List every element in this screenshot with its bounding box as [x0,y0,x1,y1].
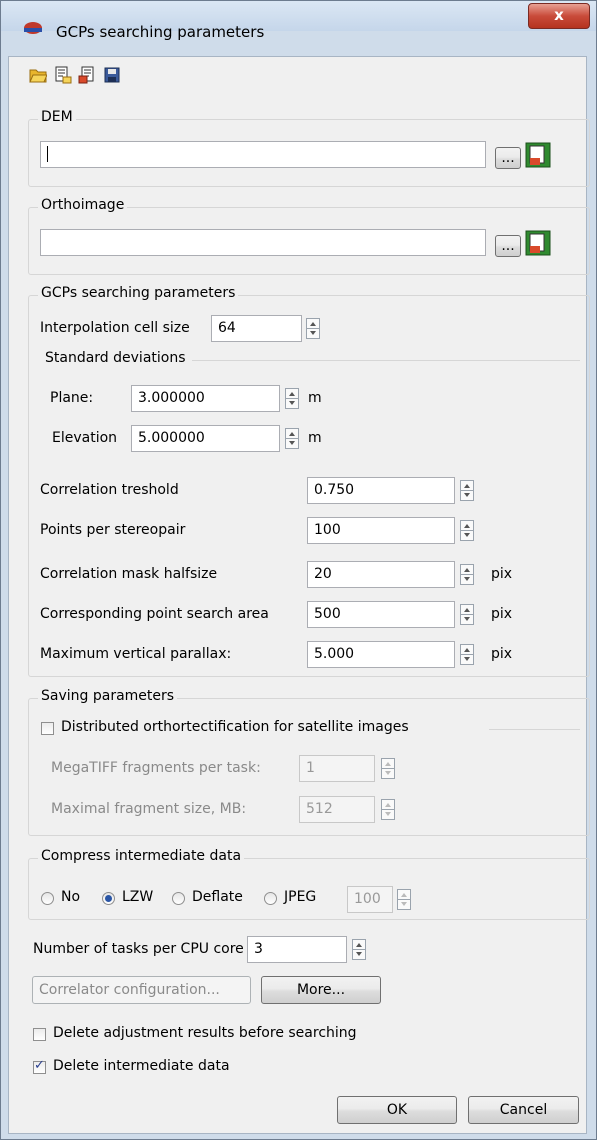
megatiff-fragments-label: MegaTIFF fragments per task: [51,760,261,776]
delete-adjustment-results-label[interactable]: Delete adjustment results before searchi… [53,1025,357,1041]
compress-radio-jpeg[interactable] [264,892,277,905]
orthoimage-path-input[interactable] [40,229,486,256]
interpolation-cell-size-spinner[interactable] [306,318,320,339]
plane-input[interactable]: 3.000000 [131,385,280,412]
dem-orthoimage-app-icon [24,22,42,34]
save-disk-icon[interactable] [103,66,121,84]
elevation-unit: m [308,430,322,446]
standard-deviations-label: Standard deviations [45,350,186,366]
orthoimage-browse-button[interactable]: ... [495,235,521,257]
dem-browse-button[interactable]: ... [495,147,521,169]
compress-option-jpeg-label[interactable]: JPEG [284,889,316,905]
delete-intermediate-data-label[interactable]: Delete intermediate data [53,1058,230,1074]
distributed-orthorectification-label[interactable]: Distributed orthortectification for sate… [61,719,409,735]
correlation-threshold-label: Correlation treshold [40,482,179,498]
corresponding-point-search-area-input[interactable]: 500 [307,601,455,628]
delete-intermediate-data-checkbox[interactable]: ✓ [33,1058,46,1074]
megatiff-fragments-spinner[interactable] [381,758,395,779]
open-folder-icon[interactable] [29,66,47,84]
compress-radio-deflate[interactable] [172,892,185,905]
delete-adjustment-results-checkbox[interactable] [33,1028,46,1041]
megatiff-fragments-input[interactable]: 1 [299,755,375,782]
cancel-button[interactable]: Cancel [468,1096,579,1124]
open-file-icon [525,142,551,168]
tasks-per-cpu-core-spinner[interactable] [352,939,366,960]
correlation-mask-halfsize-unit: pix [491,566,513,582]
correlator-configuration-button[interactable]: Correlator configuration... [32,976,251,1004]
distributed-orthorectification-checkbox[interactable] [41,722,54,735]
ok-button[interactable]: OK [337,1096,457,1124]
compress-option-deflate-label[interactable]: Deflate [192,889,243,905]
correlation-mask-halfsize-input[interactable]: 20 [307,561,455,588]
compress-radio-lzw[interactable] [102,892,115,905]
dem-path-input[interactable] [40,141,486,168]
correlation-mask-halfsize-spinner[interactable] [460,564,474,585]
plane-unit: m [308,390,322,406]
load-parameters-icon[interactable] [54,66,72,84]
plane-spinner[interactable] [285,388,299,409]
distributed-orthorectification-divider [489,729,580,730]
corresponding-point-search-area-unit: pix [491,606,513,622]
points-per-stereopair-input[interactable]: 100 [307,517,455,544]
correlation-threshold-spinner[interactable] [460,480,474,501]
correlation-mask-halfsize-label: Correlation mask halfsize [40,566,218,582]
dialog-client-area: DEM ... Orthoimage ... GCPs searching pa… [8,56,590,1134]
plane-label: Plane: [50,390,94,406]
title-bar: GCPs searching parameters x [1,1,596,41]
dem-legend: DEM [38,109,76,125]
correlation-threshold-input[interactable]: 0.750 [307,477,455,504]
open-file-icon [525,230,551,256]
maximal-fragment-size-spinner[interactable] [381,799,395,820]
jpeg-quality-spinner[interactable] [397,889,411,910]
elevation-label: Elevation [52,430,118,446]
tasks-per-cpu-core-input[interactable]: 3 [247,936,347,963]
more-button[interactable]: More... [261,976,381,1004]
maximum-vertical-parallax-input[interactable]: 5.000 [307,641,455,668]
compress-option-no-label[interactable]: No [61,889,80,905]
saving-parameters-legend: Saving parameters [38,688,178,704]
compress-radio-no[interactable] [41,892,54,905]
jpeg-quality-input[interactable]: 100 [347,886,393,913]
corresponding-point-search-area-spinner[interactable] [460,604,474,625]
window-title: GCPs searching parameters [56,23,265,41]
dem-open-file-button[interactable] [525,142,551,168]
interpolation-cell-size-label: Interpolation cell size [40,320,190,336]
maximum-vertical-parallax-unit: pix [491,646,513,662]
gcp-parameters-legend: GCPs searching parameters [38,285,239,301]
points-per-stereopair-label: Points per stereopair [40,522,186,538]
save-parameters-icon[interactable] [78,66,96,84]
corresponding-point-search-area-label: Corresponding point search area [40,606,269,622]
elevation-spinner[interactable] [285,428,299,449]
maximal-fragment-size-input[interactable]: 512 [299,796,375,823]
tasks-per-cpu-core-label: Number of tasks per CPU core [33,941,244,957]
close-button[interactable]: x [528,3,590,29]
checkmark-icon: ✓ [34,1058,45,1073]
compress-option-lzw-label[interactable]: LZW [122,889,153,905]
maximal-fragment-size-label: Maximal fragment size, MB: [51,801,247,817]
standard-deviations-divider [192,360,580,361]
maximum-vertical-parallax-label: Maximum vertical parallax: [40,646,232,662]
elevation-input[interactable]: 5.000000 [131,425,280,452]
orthoimage-open-file-button[interactable] [525,230,551,256]
compress-legend: Compress intermediate data [38,848,245,864]
orthoimage-legend: Orthoimage [38,197,128,213]
points-per-stereopair-spinner[interactable] [460,520,474,541]
interpolation-cell-size-input[interactable]: 64 [211,315,302,342]
maximum-vertical-parallax-spinner[interactable] [460,644,474,665]
